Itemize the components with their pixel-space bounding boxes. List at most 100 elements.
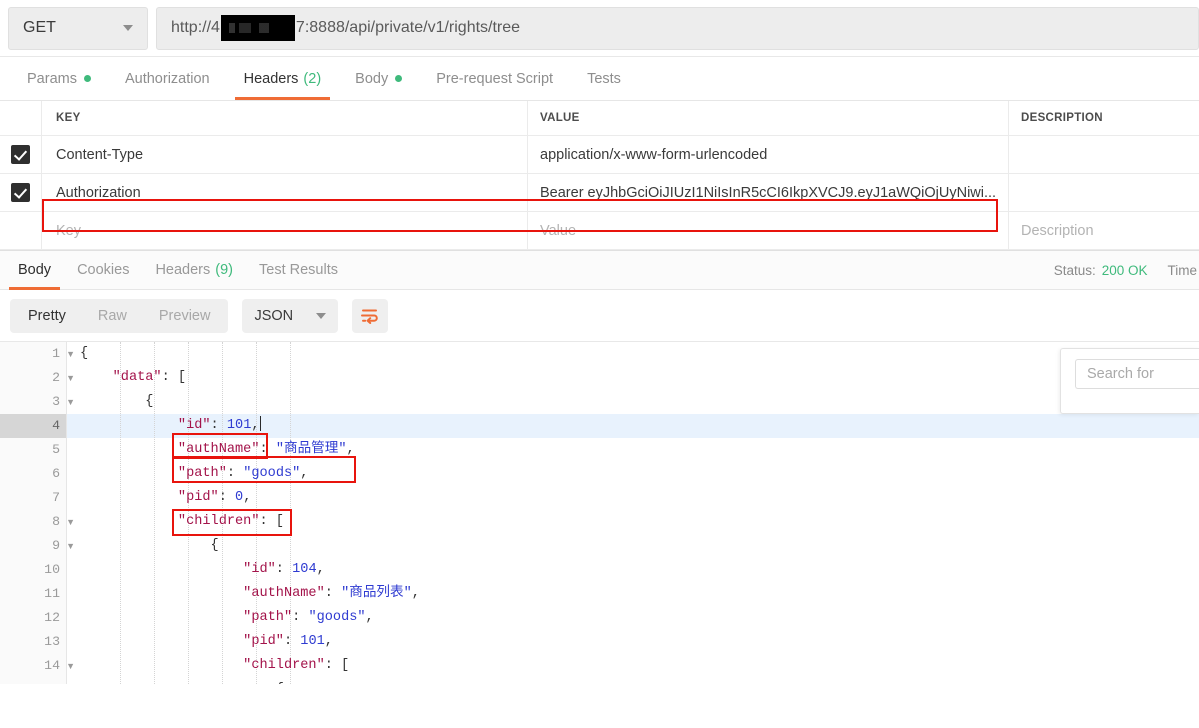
response-tab-headers[interactable]: Headers (9) — [142, 251, 246, 290]
header-key-input[interactable]: Content-Type — [42, 136, 528, 173]
header-enabled-checkbox[interactable] — [11, 183, 30, 202]
column-header-description: DESCRIPTION — [1009, 101, 1199, 135]
fold-arrow-icon[interactable]: ▼ — [63, 390, 75, 414]
header-description-input[interactable] — [1009, 174, 1199, 211]
headers-table: KEY VALUE DESCRIPTION Content-Type applic… — [0, 101, 1199, 250]
request-tab-headers[interactable]: Headers (2) — [227, 57, 339, 100]
request-tab-tests[interactable]: Tests — [570, 57, 638, 100]
code-line-text: "id": 101, — [177, 416, 261, 433]
modified-dot-icon — [395, 75, 403, 82]
line-number: 3 ▼ — [0, 390, 75, 414]
http-method-select[interactable]: GET — [8, 6, 148, 50]
request-tab-label: Params — [27, 70, 77, 87]
fold-arrow-icon[interactable]: ▼ — [63, 654, 75, 678]
response-body-code-viewer[interactable]: 1 ▼{2 ▼ "data": [3 ▼ {4 "id": 101, 5 "authNa… — [0, 342, 1199, 684]
fold-arrow-icon[interactable]: ▼ — [63, 534, 75, 558]
code-line: 13 "pid": 101, — [0, 630, 1199, 654]
response-tab-body[interactable]: Body — [5, 251, 64, 290]
header-description-input[interactable] — [1009, 136, 1199, 173]
gutter-divider — [66, 438, 80, 462]
modified-dot-icon — [83, 75, 91, 82]
code-line: 3 ▼ { — [0, 390, 1199, 414]
response-format-select[interactable]: JSON — [242, 298, 339, 333]
line-number: 10 — [0, 558, 66, 582]
request-tab-authorization[interactable]: Authorization — [108, 57, 227, 100]
line-number: 8 ▼ — [0, 510, 75, 534]
gutter-divider — [66, 414, 80, 438]
fold-arrow-icon[interactable]: ▼ — [63, 366, 75, 390]
code-lines: 1 ▼{2 ▼ "data": [3 ▼ {4 "id": 101, 5 "authNa… — [0, 342, 1199, 684]
request-tab-label: Body — [355, 70, 389, 87]
response-tabs: Body Cookies Headers (9) Test Results Status… — [0, 250, 1199, 290]
request-tab-params[interactable]: Params — [10, 57, 108, 100]
request-url-input[interactable]: http://4 7:8888/api/private/v1/rights/tre… — [156, 6, 1199, 50]
column-header-key: KEY — [42, 101, 528, 135]
line-number: 14 ▼ — [0, 654, 75, 678]
request-tab-body[interactable]: Body — [338, 57, 419, 100]
line-number: 2 ▼ — [0, 366, 75, 390]
header-value-input[interactable]: Bearer eyJhbGciOiJIUzI1NiIsInR5cCI6IkpXV… — [528, 174, 1009, 211]
header-row[interactable]: Content-Type application/x-www-form-urlen… — [0, 136, 1199, 174]
code-line-text: { — [145, 394, 154, 409]
response-mode-segmented-control: Pretty Raw Preview — [10, 298, 229, 333]
request-tabs: Params Authorization Headers (2) Body Pre-req… — [0, 57, 1199, 101]
response-mode-pretty[interactable]: Pretty — [12, 301, 82, 331]
chevron-down-icon — [123, 25, 133, 31]
response-tab-test-results[interactable]: Test Results — [246, 251, 351, 290]
gutter-divider — [66, 582, 80, 606]
line-number: 4 — [0, 414, 66, 438]
code-line: 7 "pid": 0, — [0, 486, 1199, 510]
code-line-text: "id": 104, — [243, 562, 325, 577]
line-number: 15▼ — [0, 678, 66, 684]
code-line-text: "children": [ — [177, 514, 284, 529]
response-tab-count: (9) — [215, 262, 233, 278]
fold-arrow-icon[interactable]: ▼ — [63, 510, 75, 534]
placeholder-key-input[interactable]: Key — [42, 212, 528, 249]
code-line: 8 ▼ "children": [ — [0, 510, 1199, 534]
placeholder-check-cell — [0, 212, 42, 249]
request-url-bar: GET http://4 7:8888/api/private/v1/rights… — [0, 0, 1199, 57]
code-line-text: "pid": 0, — [177, 490, 252, 505]
response-mode-raw[interactable]: Raw — [82, 301, 143, 331]
search-input[interactable] — [1075, 359, 1199, 389]
response-tab-cookies[interactable]: Cookies — [64, 251, 142, 290]
url-prefix-text: http://4 — [171, 19, 220, 36]
response-tab-label: Body — [18, 262, 52, 278]
url-suffix-text: 7:8888/api/private/v1/rights/tree — [295, 19, 521, 36]
line-number: 11 — [0, 582, 66, 606]
fold-arrow-icon[interactable]: ▼ — [63, 678, 75, 684]
header-key-input[interactable]: Authorization — [42, 174, 528, 211]
time-label: Time — [1167, 263, 1198, 278]
header-value-input-text: application/x-www-form-urlencoded — [540, 146, 768, 163]
code-line-text: "data": [ — [112, 370, 187, 385]
request-tab-label: Authorization — [124, 70, 210, 87]
placeholder-key-text: Key — [56, 222, 81, 239]
header-enabled-checkbox[interactable] — [11, 145, 30, 164]
request-tab-pre-request-script[interactable]: Pre-request Script — [419, 57, 570, 100]
header-key-input-text: Authorization — [56, 184, 141, 201]
response-viewer-toolbar: Pretty Raw Preview JSON — [0, 290, 1199, 342]
header-row[interactable]: Authorization Bearer eyJhbGciOiJIUzI1NiIs… — [0, 174, 1199, 212]
header-value-input[interactable]: application/x-www-form-urlencoded — [528, 136, 1009, 173]
code-line-text: "children": [ — [243, 658, 350, 673]
line-number: 1 ▼ — [0, 342, 75, 366]
code-line: 15▼ { — [0, 678, 1199, 684]
fold-arrow-icon[interactable]: ▼ — [63, 342, 75, 366]
code-line-text: "path": "goods", — [177, 466, 309, 481]
gutter-divider — [66, 606, 80, 630]
header-select-all-cell — [0, 101, 42, 135]
response-mode-preview[interactable]: Preview — [143, 301, 227, 331]
placeholder-value-input[interactable]: Value — [528, 212, 1009, 249]
code-line: 4 "id": 101, — [0, 414, 1199, 438]
response-meta: Status: 200 OK Time — [1054, 251, 1199, 290]
word-wrap-button[interactable] — [352, 298, 389, 333]
code-search-panel — [1060, 348, 1199, 414]
placeholder-description-text: Description — [1021, 222, 1094, 239]
column-header-key-label: KEY — [56, 112, 81, 124]
placeholder-description-input[interactable]: Description — [1009, 212, 1199, 249]
url-redaction-box — [220, 15, 295, 41]
response-tab-label: Test Results — [259, 262, 338, 278]
status-label: Status: — [1053, 263, 1096, 278]
response-tab-label: Cookies — [77, 262, 130, 278]
headers-placeholder-row[interactable]: Key Value Description — [0, 212, 1199, 250]
